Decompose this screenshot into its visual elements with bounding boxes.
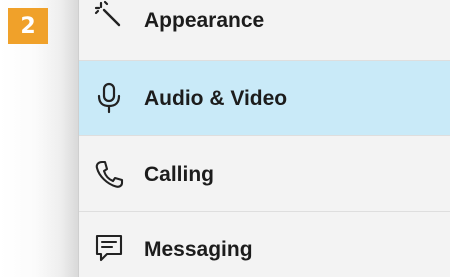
step-badge: 2 — [8, 8, 48, 44]
settings-menu: Appearance Audio & Video Calling Messagi… — [79, 0, 450, 277]
settings-item-appearance[interactable]: Appearance — [79, 0, 450, 61]
phone-icon — [93, 158, 125, 190]
settings-item-audio-video[interactable]: Audio & Video — [79, 61, 450, 136]
settings-item-label: Appearance — [144, 9, 265, 32]
settings-item-label: Messaging — [144, 238, 253, 261]
settings-item-label: Audio & Video — [144, 87, 288, 110]
settings-item-calling[interactable]: Calling — [79, 136, 450, 212]
left-rail: 2 — [0, 0, 79, 277]
message-icon — [93, 232, 125, 264]
settings-item-label: Calling — [144, 163, 215, 186]
magic-wand-icon — [93, 0, 125, 32]
microphone-icon — [93, 82, 125, 114]
settings-item-messaging[interactable]: Messaging — [79, 212, 450, 277]
